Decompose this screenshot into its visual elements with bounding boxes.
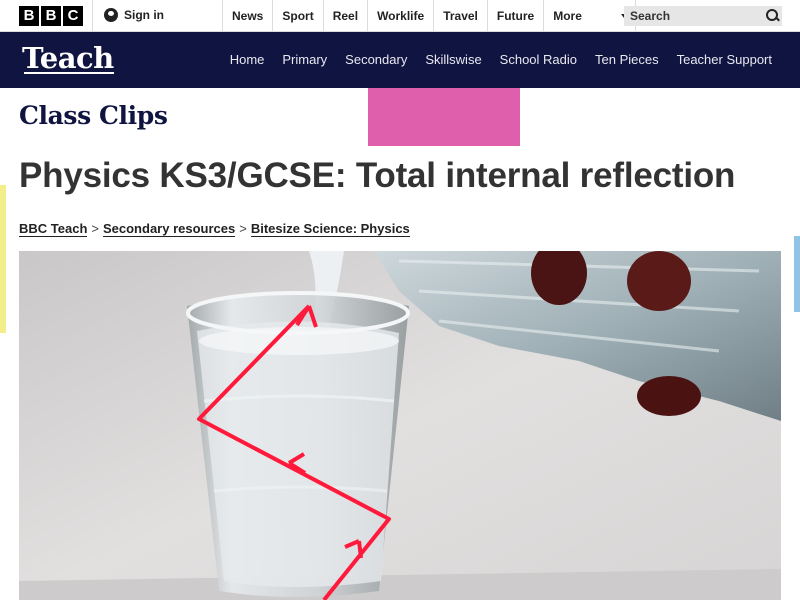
breadcrumb: BBC Teach > Secondary resources > Bitesi…: [19, 221, 410, 237]
teach-nav-teacher-support[interactable]: Teacher Support: [659, 32, 772, 88]
bbc-logo-letter: B: [19, 6, 39, 26]
teach-nav-primary[interactable]: Primary: [264, 32, 327, 88]
breadcrumb-separator: >: [91, 221, 99, 236]
top-nav: News Sport Reel Worklife Travel Future M…: [222, 0, 657, 32]
top-nav-worklife[interactable]: Worklife: [367, 0, 433, 32]
teach-logo-text: Teach: [22, 41, 114, 75]
top-nav-news[interactable]: News: [222, 0, 272, 32]
teach-nav-skillswise[interactable]: Skillswise: [407, 32, 481, 88]
teach-header: Teach Home Primary Secondary Skillswise …: [0, 32, 800, 88]
page-title: Physics KS3/GCSE: Total internal reflect…: [19, 156, 736, 195]
bbc-top-bar: B B C Sign in News Sport Reel Worklife T…: [0, 0, 800, 32]
search-box[interactable]: Search: [624, 6, 782, 26]
signin-link[interactable]: Sign in: [104, 8, 164, 22]
search-icon[interactable]: [762, 6, 782, 26]
yellow-accent-bar: [0, 185, 6, 333]
breadcrumb-separator: >: [239, 221, 247, 236]
video-still-image: [19, 251, 781, 600]
blue-accent-bar: [794, 236, 800, 312]
bbc-logo-letter: B: [41, 6, 61, 26]
teach-nav: Home Primary Secondary Skillswise School…: [212, 32, 772, 88]
top-nav-sport[interactable]: Sport: [272, 0, 322, 32]
teach-nav-home[interactable]: Home: [212, 32, 265, 88]
video-player[interactable]: [19, 251, 781, 600]
bbc-logo[interactable]: B B C: [19, 6, 83, 26]
teach-nav-secondary[interactable]: Secondary: [327, 32, 407, 88]
breadcrumb-bitesize-physics[interactable]: Bitesize Science: Physics: [250, 221, 410, 237]
divider: [92, 0, 93, 32]
top-nav-more[interactable]: More: [543, 0, 635, 32]
signin-label: Sign in: [124, 8, 164, 22]
top-nav-more-label: More: [553, 9, 582, 23]
user-icon: [104, 8, 118, 22]
top-nav-future[interactable]: Future: [486, 0, 543, 32]
breadcrumb-bbc-teach[interactable]: BBC Teach: [19, 221, 88, 237]
teach-logo[interactable]: Teach: [22, 41, 114, 75]
bbc-logo-letter: C: [63, 6, 83, 26]
teach-nav-school-radio[interactable]: School Radio: [482, 32, 577, 88]
top-nav-travel[interactable]: Travel: [433, 0, 487, 32]
search-input[interactable]: Search: [624, 9, 762, 23]
breadcrumb-secondary-resources[interactable]: Secondary resources: [102, 221, 236, 237]
top-nav-reel[interactable]: Reel: [322, 0, 367, 32]
teach-nav-ten-pieces[interactable]: Ten Pieces: [577, 32, 659, 88]
teach-logo-underline: [24, 72, 114, 74]
section-title: Class Clips: [19, 101, 168, 130]
pink-accent-block: [368, 88, 520, 146]
